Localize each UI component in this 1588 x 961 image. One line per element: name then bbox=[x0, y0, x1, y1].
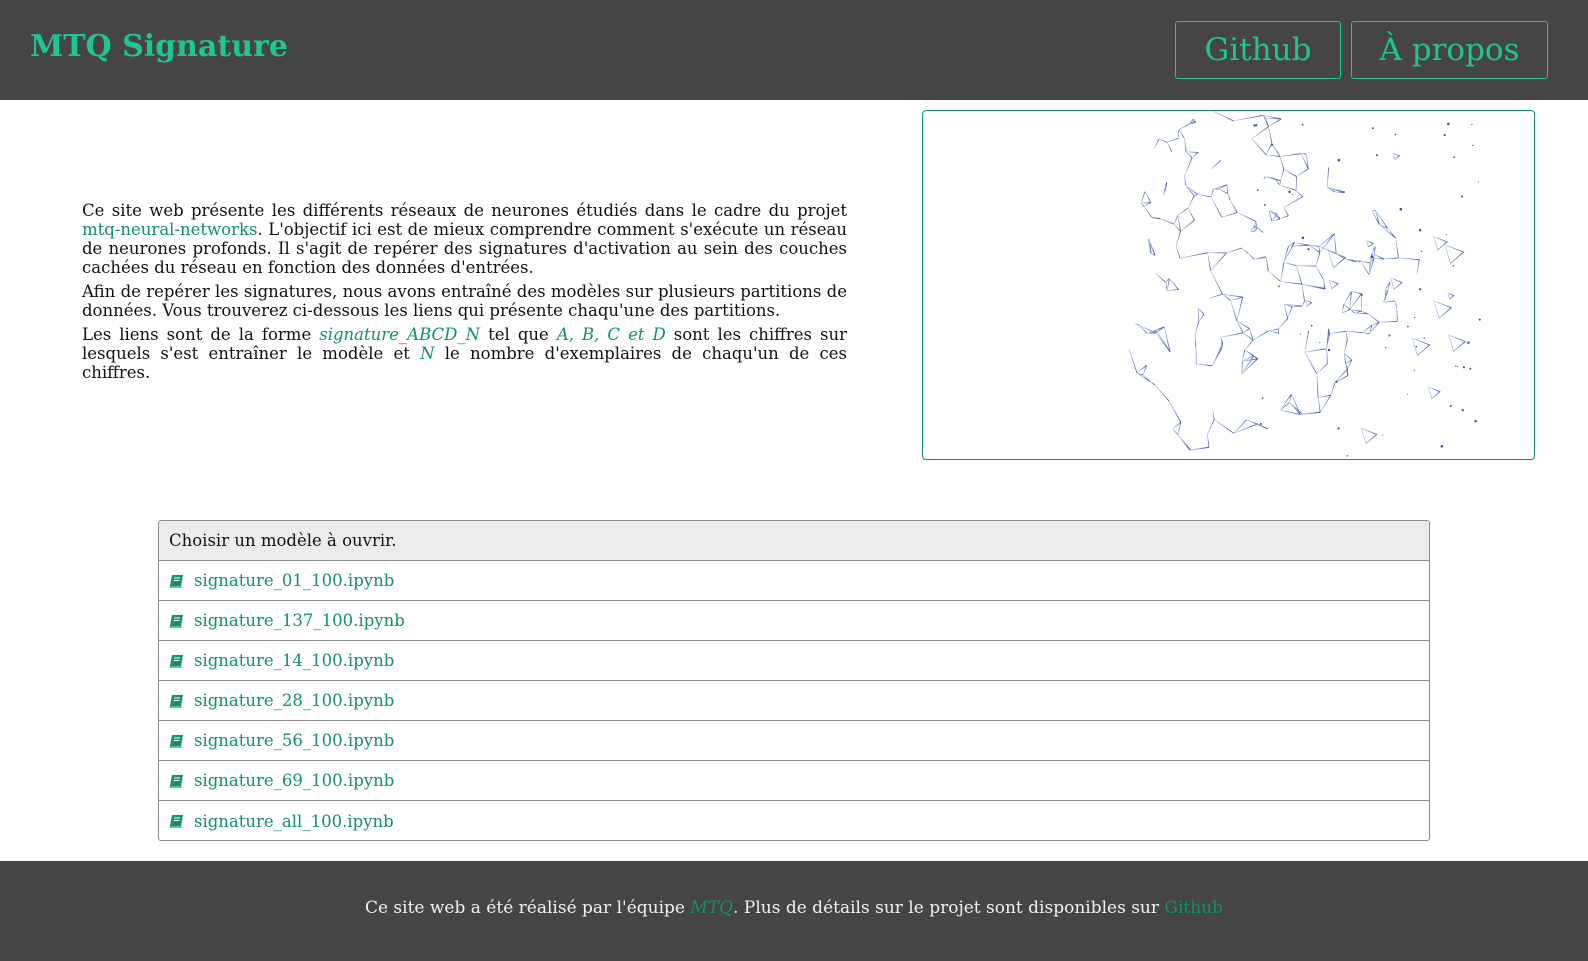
count-variable: N bbox=[420, 344, 435, 363]
intro-paragraph-3: Les liens sont de la forme signature_ABC… bbox=[82, 325, 847, 382]
book-icon bbox=[169, 654, 183, 668]
intro-paragraph-2: Afin de repérer les signatures, nous avo… bbox=[82, 282, 847, 320]
intro-p3-text: tel que bbox=[480, 325, 557, 344]
model-link[interactable]: signature_28_100.ipynb bbox=[159, 681, 1429, 721]
intro-text: Ce site web présente les différents rése… bbox=[82, 201, 847, 387]
model-link-label: signature_all_100.ipynb bbox=[194, 811, 394, 831]
model-link-label: signature_28_100.ipynb bbox=[194, 691, 395, 710]
polygonal-head-illustration bbox=[1128, 111, 1481, 457]
format-example: signature_ABCD_N bbox=[319, 325, 481, 344]
book-icon bbox=[169, 815, 183, 828]
digit-variables: A, B, C et D bbox=[556, 325, 666, 344]
book-icon bbox=[169, 694, 183, 708]
navbar: MTQ Signature Github À propos bbox=[0, 0, 1588, 100]
hero-image bbox=[922, 110, 1535, 460]
book-icon bbox=[169, 614, 183, 628]
intro-p3-text: Les liens sont de la forme bbox=[82, 325, 320, 344]
team-link[interactable]: MTQ bbox=[690, 898, 733, 918]
model-link[interactable]: signature_69_100.ipynb bbox=[159, 761, 1429, 801]
model-list: signature_01_100.ipynb signature_137_100.… bbox=[159, 561, 1429, 840]
book-icon bbox=[169, 774, 183, 788]
model-link[interactable]: signature_all_100.ipynb bbox=[159, 801, 1429, 840]
book-icon bbox=[169, 734, 183, 748]
footer-text: Ce site web a été réalisé par l'équipe M… bbox=[365, 898, 1223, 918]
project-link[interactable]: mtq-neural-networks bbox=[82, 220, 257, 239]
model-link-label: signature_137_100.ipynb bbox=[194, 611, 405, 630]
footer-github-link[interactable]: Github bbox=[1164, 898, 1223, 918]
nav-about-button[interactable]: À propos bbox=[1351, 21, 1548, 79]
model-link-label: signature_01_100.ipynb bbox=[194, 571, 395, 590]
model-link[interactable]: signature_01_100.ipynb bbox=[159, 561, 1429, 601]
footer-text-start: Ce site web a été réalisé par l'équipe bbox=[364, 898, 691, 918]
brand-logo[interactable]: MTQ Signature bbox=[30, 29, 288, 64]
model-link-label: signature_69_100.ipynb bbox=[194, 771, 395, 790]
model-link[interactable]: signature_56_100.ipynb bbox=[159, 721, 1429, 761]
footer: Ce site web a été réalisé par l'équipe M… bbox=[0, 861, 1588, 961]
model-list-panel: Choisir un modèle à ouvrir. signature_01… bbox=[158, 520, 1430, 841]
model-link[interactable]: signature_14_100.ipynb bbox=[159, 641, 1429, 681]
model-link[interactable]: signature_137_100.ipynb bbox=[159, 601, 1429, 641]
nav-github-button[interactable]: Github bbox=[1175, 21, 1341, 79]
intro-paragraph-1: Ce site web présente les différents rése… bbox=[82, 201, 847, 277]
model-link-label: signature_14_100.ipynb bbox=[194, 651, 395, 670]
book-icon bbox=[169, 574, 183, 588]
model-link-label: signature_56_100.ipynb bbox=[194, 731, 395, 750]
footer-text-middle: . Plus de détails sur le projet sont dis… bbox=[733, 898, 1165, 918]
model-list-header: Choisir un modèle à ouvrir. bbox=[159, 521, 1429, 561]
intro-p1-text: Ce site web présente les différents rése… bbox=[82, 201, 847, 220]
